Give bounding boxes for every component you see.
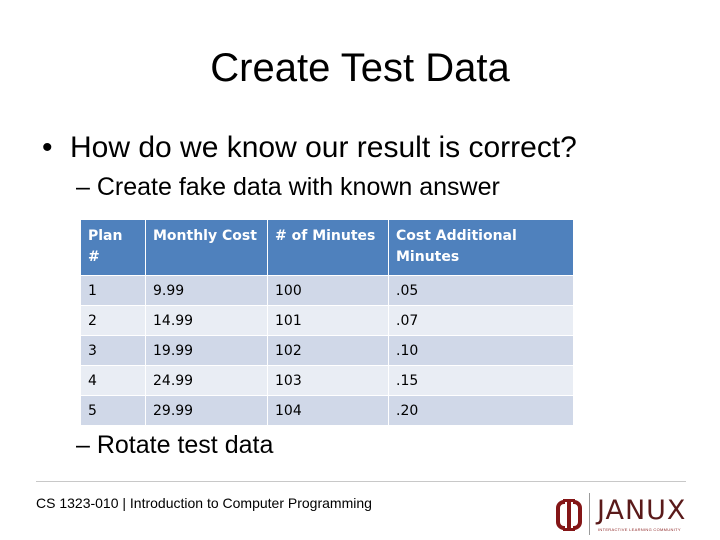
sub-item-rotate-test-data: – Rotate test data	[76, 431, 274, 459]
table-row: 2 14.99 101 .07	[80, 305, 574, 336]
sub-item-create-fake-data: – Create fake data with known answer	[76, 173, 500, 201]
janux-logo: JANUX	[597, 495, 687, 526]
cell-monthly-cost: 24.99	[145, 365, 268, 396]
cell-plan: 5	[80, 395, 146, 426]
ou-logo-icon	[556, 498, 582, 532]
cell-plan: 3	[80, 335, 146, 366]
header-cost-additional: Cost Additional Minutes	[388, 219, 574, 276]
footer-course-text: CS 1323-010 | Introduction to Computer P…	[36, 495, 372, 511]
bullet-item: • How do we know our result is correct?	[42, 130, 577, 166]
table-row: 5 29.99 104 .20	[80, 395, 574, 426]
cell-minutes: 103	[267, 365, 389, 396]
cell-monthly-cost: 14.99	[145, 305, 268, 336]
test-data-table: Plan # Monthly Cost # of Minutes Cost Ad…	[80, 219, 574, 426]
header-plan: Plan #	[80, 219, 146, 276]
cell-cost-additional: .20	[388, 395, 574, 426]
cell-cost-additional: .10	[388, 335, 574, 366]
header-monthly-cost: Monthly Cost	[145, 219, 268, 276]
cell-monthly-cost: 9.99	[145, 275, 268, 306]
table-header-row: Plan # Monthly Cost # of Minutes Cost Ad…	[80, 219, 574, 276]
cell-plan: 4	[80, 365, 146, 396]
cell-plan: 2	[80, 305, 146, 336]
header-minutes: # of Minutes	[267, 219, 389, 276]
table-row: 4 24.99 103 .15	[80, 365, 574, 396]
cell-monthly-cost: 19.99	[145, 335, 268, 366]
bullet-marker: •	[42, 131, 53, 164]
cell-minutes: 100	[267, 275, 389, 306]
cell-cost-additional: .15	[388, 365, 574, 396]
cell-cost-additional: .05	[388, 275, 574, 306]
logo-separator	[589, 493, 590, 535]
cell-monthly-cost: 29.99	[145, 395, 268, 426]
footer-divider	[36, 481, 686, 482]
slide-title: Create Test Data	[210, 46, 510, 90]
janux-tagline: INTERACTIVE LEARNING COMMUNITY	[598, 527, 681, 532]
cell-minutes: 102	[267, 335, 389, 366]
cell-plan: 1	[80, 275, 146, 306]
table-row: 1 9.99 100 .05	[80, 275, 574, 306]
table-row: 3 19.99 102 .10	[80, 335, 574, 366]
cell-minutes: 104	[267, 395, 389, 426]
bullet-text: How do we know our result is correct?	[70, 131, 577, 164]
cell-minutes: 101	[267, 305, 389, 336]
cell-cost-additional: .07	[388, 305, 574, 336]
